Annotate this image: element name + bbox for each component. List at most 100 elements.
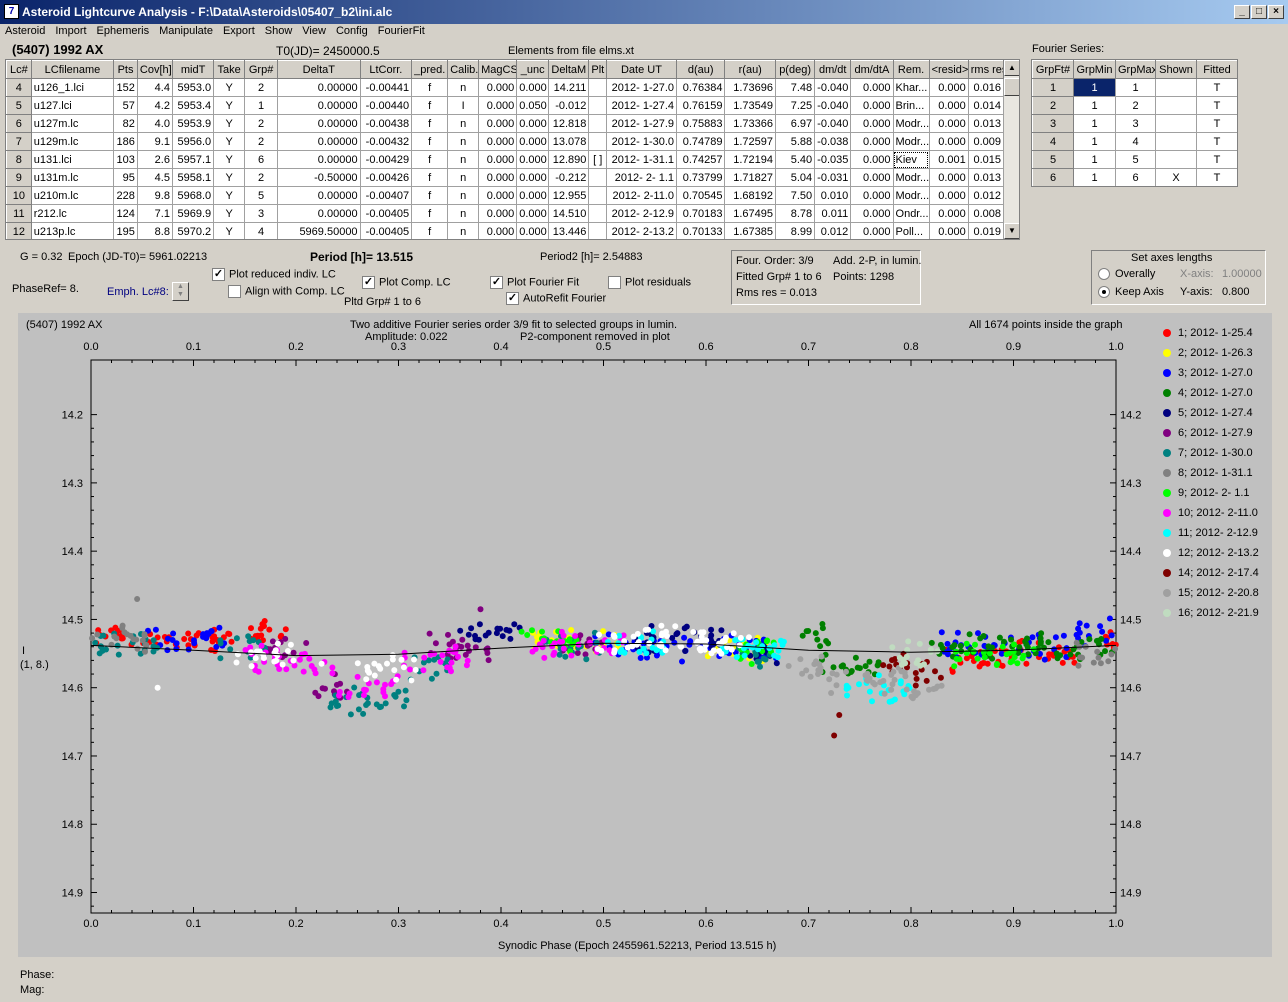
lc-cell[interactable]: n [447,150,480,169]
fourier-cell[interactable]: T [1196,168,1237,186]
fourier-cell[interactable]: X [1155,168,1197,186]
lc-cell[interactable]: 5968.0 [171,186,215,205]
lc-col-header[interactable]: Rem. [892,60,930,79]
lc-cell[interactable]: 0.015 [967,150,1005,169]
lc-cell[interactable]: 0.75883 [676,114,726,133]
fourier-cell[interactable] [1155,114,1197,133]
lc-cell[interactable]: 2 [244,78,279,97]
lightcurve-graph[interactable]: 0.0 0.0 0.1 0.1 0.2 0.2 0.3 0.3 0.4 0.4 0.5 0.5 0.6 0… [18,313,1272,957]
menu-show[interactable]: Show [260,24,298,37]
lc-cell[interactable]: 14.211 [548,78,590,97]
lc-cell[interactable]: 0.012 [967,186,1005,205]
lc-cell[interactable]: 5957.1 [171,150,215,169]
lc-cell[interactable] [588,204,607,223]
lc-cell[interactable]: n [447,222,480,239]
lc-cell[interactable]: 7.48 [774,78,816,97]
lc-cell[interactable]: 8.8 [136,222,173,239]
lc-cell[interactable]: 0.00000 [277,132,361,151]
lc-cell[interactable]: 0.000 [928,186,969,205]
lc-cell[interactable]: 1.72597 [724,132,776,151]
lc-cell[interactable]: 2012- 2-13.2 [605,222,678,239]
lc-col-header[interactable]: Take [213,60,246,79]
lc-cell[interactable]: 12.955 [548,186,590,205]
lc-col-header[interactable]: Cov[h] [136,60,173,79]
lc-cell[interactable]: 1.67385 [724,222,776,239]
fourier-cell[interactable]: 1 [1073,114,1116,133]
lc-cell[interactable]: 8.78 [774,204,816,223]
lc-cell[interactable]: 0.00000 [277,204,361,223]
lc-cell[interactable]: -0.50000 [277,168,361,187]
fourier-cell[interactable]: T [1196,96,1237,115]
lc-cell[interactable]: 2012- 1-27.9 [605,114,678,133]
lc-cell[interactable]: n [447,204,480,223]
lc-cell[interactable]: 0.000 [850,186,894,205]
scroll-down-button[interactable]: ▼ [1004,223,1019,239]
lc-cell[interactable]: f [411,186,449,205]
lc-cell[interactable]: u210m.lc [30,186,115,205]
lc-cell[interactable]: u129m.lc [30,132,115,151]
fourier-cell[interactable]: 6 [1032,168,1074,186]
lc-cell[interactable]: -0.040 [814,78,852,97]
lc-cell[interactable]: f [411,96,449,115]
lc-cell[interactable]: 8.99 [774,222,816,239]
table-row[interactable]: 4 u126_1.lci 152 4.4 5953.0 Y 2 0.00000 -0.00441… [6,78,1005,97]
table-row[interactable]: 12 u213p.lc 195 8.8 5970.2 Y 4 5969.50000 -0.004… [6,222,1005,239]
lc-cell[interactable]: 5953.0 [171,78,215,97]
lc-cell[interactable]: 0.000 [516,132,550,151]
lc-col-header[interactable]: r(au) [724,60,776,79]
lc-cell[interactable]: Y [213,204,246,223]
lc-col-header[interactable]: Pts [113,60,138,79]
lc-col-header[interactable]: MagCS [478,60,518,79]
plot-residuals-checkbox[interactable]: Plot residuals [608,276,691,289]
lc-cell[interactable]: n [447,186,480,205]
lc-cell[interactable]: -0.00407 [359,186,413,205]
lc-cell[interactable]: 5953.4 [171,96,215,115]
lc-cell[interactable]: 2.6 [136,150,173,169]
lc-cell[interactable]: 124 [113,204,138,223]
lc-cell[interactable]: 0.000 [928,96,969,115]
lc-cell[interactable]: 0.000 [928,168,969,187]
lc-cell[interactable]: 0.000 [850,168,894,187]
lc-cell[interactable]: Y [213,96,246,115]
lc-cell[interactable]: 4 [6,78,32,97]
fourier-cell[interactable]: 1 [1073,96,1116,115]
lc-cell[interactable]: 0.00000 [277,186,361,205]
lc-cell[interactable]: I [447,96,480,115]
lc-cell[interactable]: 0.000 [516,78,550,97]
lc-cell[interactable]: 0.013 [967,114,1005,133]
fourier-cell[interactable]: 3 [1032,114,1074,133]
table-row[interactable]: 7 u129m.lc 186 9.1 5956.0 Y 2 0.00000 -0.00432 f n… [6,132,1005,151]
menu-fourierfit[interactable]: FourierFit [373,24,430,37]
table-row[interactable]: 313 T [1032,114,1237,133]
lc-cell[interactable]: 5969.9 [171,204,215,223]
align-checkbox[interactable]: Align with Comp. LC [228,285,345,298]
yaxis-value[interactable]: 0.800 [1222,286,1250,298]
fourier-cell[interactable]: 4 [1032,132,1074,151]
table-row[interactable]: 616XT [1032,168,1237,186]
lc-cell[interactable]: Modr... [892,114,930,133]
lc-col-header[interactable]: midT [171,60,215,79]
lc-col-header[interactable]: <resid> [928,60,969,79]
scroll-up-button[interactable]: ▲ [1004,60,1019,76]
lc-cell[interactable]: 5.40 [774,150,816,169]
lc-cell[interactable]: 0.70545 [676,186,726,205]
lc-cell[interactable]: 4 [244,222,279,239]
lc-cell[interactable]: 9.8 [136,186,173,205]
lc-cell[interactable]: -0.038 [814,132,852,151]
lc-cell[interactable]: 5953.9 [171,114,215,133]
table-row[interactable]: 414 T [1032,132,1237,151]
scroll-thumb[interactable] [1004,78,1019,96]
lc-cell[interactable]: 5969.50000 [277,222,361,239]
lc-cell[interactable]: Poll... [892,222,930,239]
lc-cell[interactable]: 5956.0 [171,132,215,151]
fourier-cell[interactable]: 1 [1115,78,1156,97]
lc-cell[interactable]: 0.76159 [676,96,726,115]
lc-cell[interactable]: 0.000 [928,78,969,97]
lc-cell[interactable]: f [411,132,449,151]
lc-cell[interactable]: 0.000 [850,204,894,223]
lc-cell[interactable]: 7.1 [136,204,173,223]
lc-cell[interactable]: 0.00000 [277,114,361,133]
lc-cell[interactable]: 0.73799 [676,168,726,187]
table-row[interactable]: 212 T [1032,96,1237,115]
lc-cell[interactable]: 0.000 [478,186,518,205]
